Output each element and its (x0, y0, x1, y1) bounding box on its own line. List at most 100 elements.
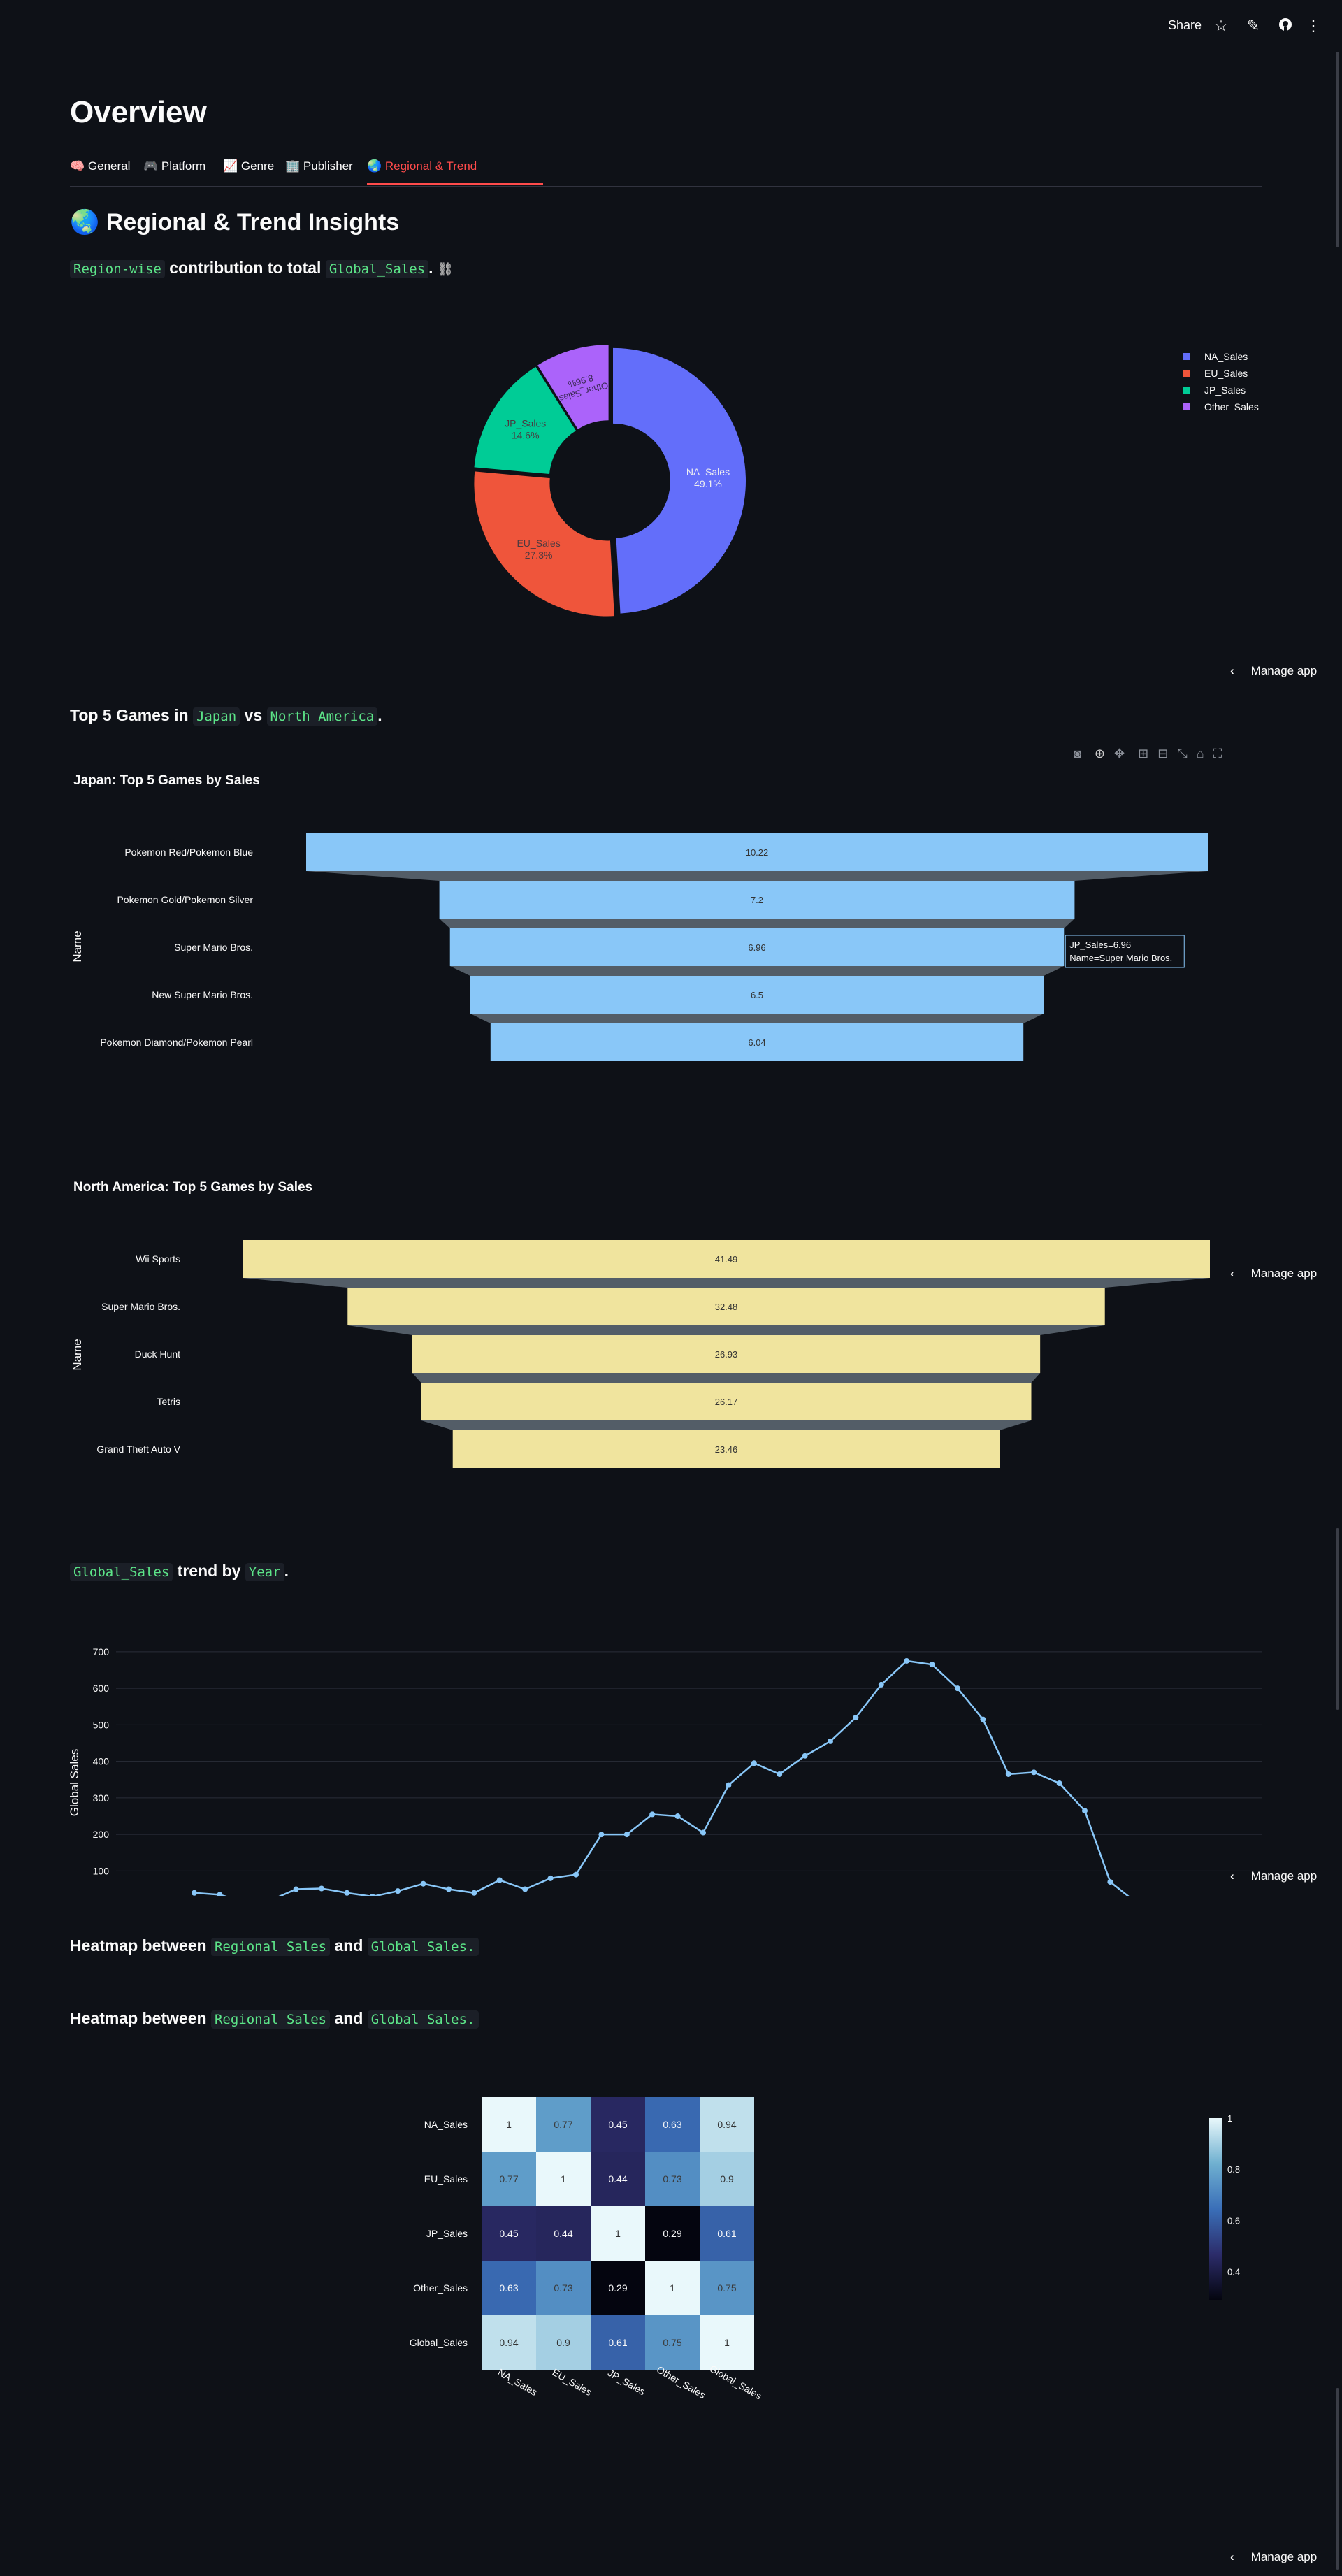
data-point[interactable] (1005, 1771, 1011, 1777)
data-point[interactable] (955, 1685, 960, 1692)
data-point[interactable] (751, 1760, 757, 1766)
data-point[interactable] (828, 1738, 833, 1744)
data-point[interactable] (649, 1811, 656, 1818)
zoom-icon[interactable]: ⊕ (1095, 747, 1105, 761)
more-menu-icon[interactable]: ⋮ (1304, 17, 1322, 35)
row-label: EU_Sales (424, 2173, 468, 2185)
bar-value-label: 23.46 (715, 1444, 738, 1455)
scrollbar-thumb[interactable] (1336, 52, 1339, 247)
trend-caption: Global_Sales trend by Year. (70, 1562, 289, 1581)
funnel-connector (347, 1325, 1105, 1335)
tab-publisher[interactable]: 🏢 Publisher (285, 159, 353, 173)
github-icon[interactable] (1276, 17, 1294, 35)
cell-value: 0.73 (554, 2282, 572, 2294)
slice-label: NA_Sales (686, 466, 730, 477)
cell-value: 0.44 (554, 2228, 572, 2239)
data-point[interactable] (522, 1886, 528, 1892)
data-point[interactable] (726, 1782, 732, 1788)
data-point[interactable] (853, 1714, 859, 1720)
col-label: NA_Sales (496, 2366, 540, 2398)
category-label: Super Mario Bros. (174, 942, 253, 953)
cell-value: 0.61 (608, 2337, 627, 2348)
data-point[interactable] (319, 1885, 324, 1892)
data-point[interactable] (904, 1657, 910, 1664)
legend-item[interactable]: JP_Sales (1204, 384, 1246, 396)
tooltip-line: Name=Super Mario Bros. (1069, 953, 1172, 963)
data-point[interactable] (471, 1890, 477, 1896)
bar-value-label: 7.2 (751, 895, 763, 905)
share-button[interactable]: Share (1168, 18, 1202, 33)
data-point[interactable] (547, 1875, 554, 1881)
pie-slice-na-sales[interactable] (612, 347, 746, 614)
manage-app-button[interactable]: ‹ Manage app (1230, 664, 1317, 678)
data-point[interactable] (598, 1832, 605, 1838)
cell-value: 1 (506, 2119, 512, 2130)
data-point[interactable] (929, 1662, 935, 1668)
data-point[interactable] (1056, 1780, 1062, 1787)
funnel-connector (243, 1278, 1210, 1288)
manage-app-button[interactable]: ‹ Manage app (1230, 1869, 1317, 1883)
zoom-out-icon[interactable]: ⊟ (1157, 747, 1168, 761)
slice-value: 14.6% (512, 429, 540, 440)
cell-value: 1 (724, 2337, 730, 2348)
data-point[interactable] (192, 1890, 197, 1896)
legend-item[interactable]: Other_Sales (1204, 401, 1259, 412)
legend-item[interactable]: NA_Sales (1204, 351, 1248, 362)
link-icon[interactable]: ⛓ (438, 262, 454, 276)
home-icon[interactable]: ⌂ (1197, 747, 1204, 761)
data-point[interactable] (1031, 1769, 1037, 1776)
y-tick-label: 100 (93, 1865, 110, 1876)
data-point[interactable] (217, 1892, 223, 1896)
data-point[interactable] (674, 1813, 681, 1820)
scrollbar-thumb[interactable] (1336, 2388, 1339, 2570)
manage-app-button[interactable]: ‹ Manage app (1230, 2550, 1317, 2564)
tab-general[interactable]: 🧠 General (70, 159, 130, 173)
cell-value: 1 (615, 2228, 621, 2239)
heatmap-caption-1: Heatmap between Regional Sales and Globa… (70, 1936, 479, 1956)
cell-value: 0.94 (499, 2337, 518, 2348)
star-icon[interactable]: ☆ (1212, 17, 1230, 35)
tab-platform[interactable]: 🎮 Platform (143, 159, 205, 173)
data-point[interactable] (1107, 1879, 1113, 1885)
data-point[interactable] (344, 1890, 350, 1896)
funnel-connector (439, 919, 1075, 928)
data-point[interactable] (802, 1753, 808, 1759)
data-point[interactable] (1082, 1808, 1088, 1814)
data-point[interactable] (573, 1871, 579, 1878)
y-axis-label: Name (71, 930, 84, 962)
autoscale-icon[interactable]: ⤡ (1177, 747, 1187, 761)
legend-item[interactable]: EU_Sales (1204, 368, 1248, 379)
series-line (194, 1660, 1130, 1896)
data-point[interactable] (700, 1829, 706, 1836)
data-point[interactable] (980, 1716, 986, 1722)
y-tick-label: 400 (93, 1756, 110, 1767)
pan-icon[interactable]: ✥ (1114, 747, 1125, 761)
category-label: Pokemon Red/Pokemon Blue (124, 847, 253, 858)
data-point[interactable] (777, 1771, 783, 1777)
y-tick-label: 300 (93, 1792, 110, 1804)
data-point[interactable] (293, 1886, 299, 1892)
scrollbar-thumb[interactable] (1336, 1528, 1339, 1710)
correlation-heatmap: 1 0.77 0.45 0.63 0.94 NA_Sales 0.77 1 0.44 0.73 0.… (410, 2097, 1240, 2401)
fullscreen-icon[interactable]: ⛶ (1213, 747, 1222, 761)
colorbar-tick: 1 (1227, 2113, 1232, 2124)
manage-app-button[interactable]: ‹ Manage app (1230, 1267, 1317, 1281)
data-point[interactable] (623, 1832, 630, 1838)
data-point[interactable] (369, 1894, 375, 1896)
zoom-in-icon[interactable]: ⊞ (1138, 747, 1148, 761)
data-point[interactable] (496, 1877, 503, 1883)
data-point[interactable] (420, 1880, 426, 1887)
heatmap-caption-2: Heatmap between Regional Sales and Globa… (70, 2009, 479, 2029)
edit-icon[interactable]: ✎ (1244, 17, 1262, 35)
y-tick-label: 200 (93, 1829, 110, 1840)
data-point[interactable] (878, 1681, 884, 1688)
data-point[interactable] (446, 1886, 452, 1892)
camera-icon[interactable]: ◙ (1074, 747, 1081, 761)
funnel-connector (449, 966, 1065, 976)
tab-genre[interactable]: 📈 Genre (223, 159, 274, 173)
legend-swatch (1183, 403, 1190, 410)
bar-value-label: 6.96 (748, 942, 765, 953)
legend-swatch (1183, 370, 1190, 377)
tab-regional-trend[interactable]: 🌏 Regional & Trend (367, 159, 477, 173)
data-point[interactable] (395, 1888, 401, 1894)
